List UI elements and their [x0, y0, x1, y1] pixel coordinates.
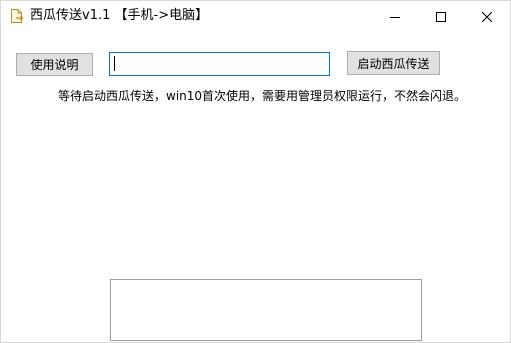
maximize-button[interactable] [418, 1, 464, 31]
minimize-button[interactable] [372, 1, 418, 31]
window-title: 西瓜传送v1.1 【手机->电脑】 [30, 8, 209, 23]
start-transfer-button[interactable]: 启动西瓜传送 [347, 51, 440, 75]
help-button[interactable]: 使用说明 [16, 53, 93, 76]
close-button[interactable] [464, 1, 510, 31]
minimize-icon [390, 7, 400, 26]
app-window: 西瓜传送v1.1 【手机->电脑】 使用说明 启动西瓜传送 等待启动西瓜传送，w… [0, 0, 511, 343]
status-notice: 等待启动西瓜传送，win10首次使用，需要用管理员权限运行，不然会闪退。 [58, 89, 467, 103]
document-arrow-icon [10, 8, 24, 24]
output-box[interactable] [110, 279, 422, 341]
close-icon [481, 7, 493, 26]
title-bar[interactable]: 西瓜传送v1.1 【手机->电脑】 [1, 1, 510, 31]
address-input[interactable] [109, 52, 330, 76]
text-caret [114, 56, 115, 71]
maximize-icon [436, 7, 446, 26]
